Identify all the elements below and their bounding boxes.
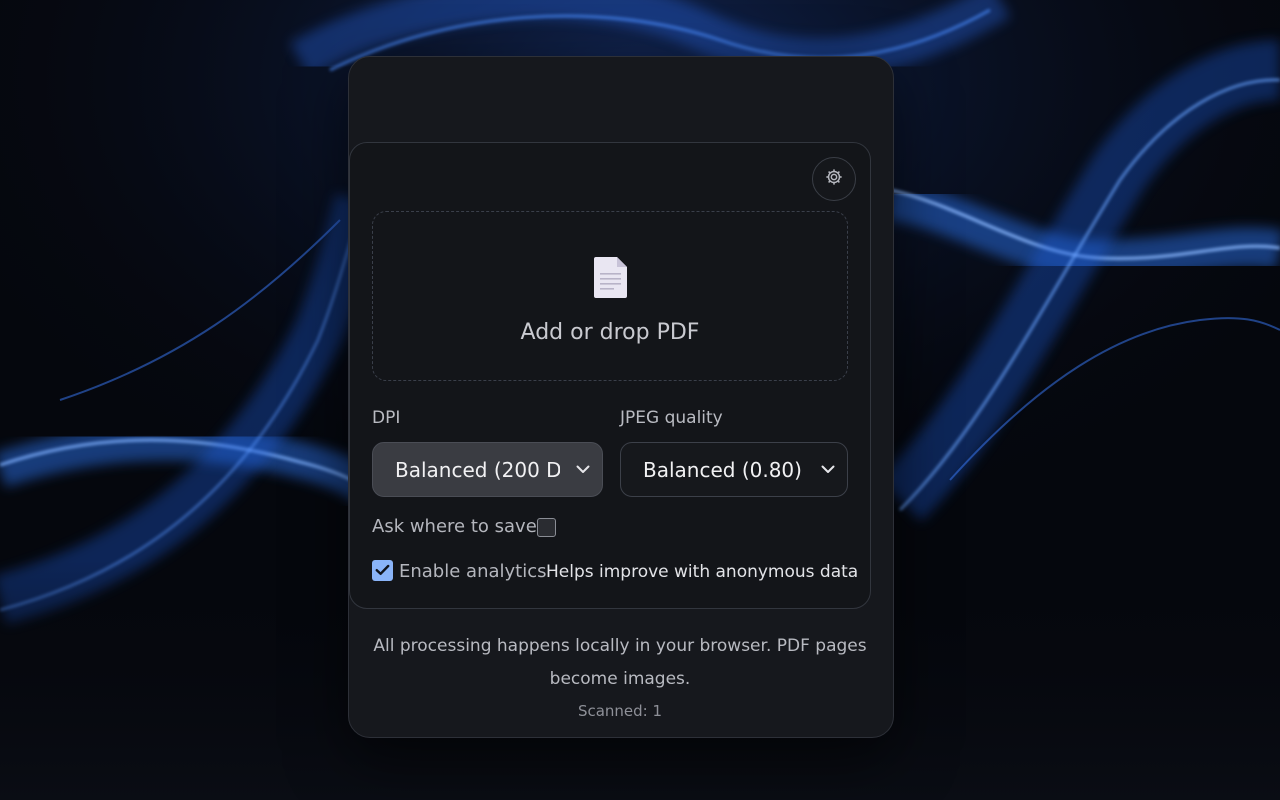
chevron-down-icon [815,443,841,496]
privacy-note: All processing happens locally in your b… [373,636,867,689]
scanned-count: Scanned: 1 [577,702,663,720]
analytics-label: Enable analytics [399,561,547,582]
jpeg-quality-select[interactable]: Balanced (0.80) [620,442,848,497]
ask-where-to-save-label: Ask where to save [372,516,537,537]
checkmark-icon [375,561,390,580]
dpi-select-value: Balanced (200 DPI) [395,457,560,482]
gear-icon [824,167,844,191]
document-icon [593,255,629,303]
dpi-select[interactable]: Balanced (200 DPI) [372,442,603,497]
dpi-label: DPI [372,408,401,428]
analytics-hint: Helps improve with anonymous data [546,562,859,582]
settings-button[interactable] [812,157,856,201]
dropzone-label: Add or drop PDF [520,320,700,345]
chevron-down-icon [570,443,596,496]
ask-where-to-save-checkbox[interactable] [537,518,556,537]
analytics-checkbox[interactable] [372,560,393,581]
jpeg-quality-label: JPEG quality [620,408,723,428]
jpeg-quality-select-value: Balanced (0.80) [643,457,802,482]
